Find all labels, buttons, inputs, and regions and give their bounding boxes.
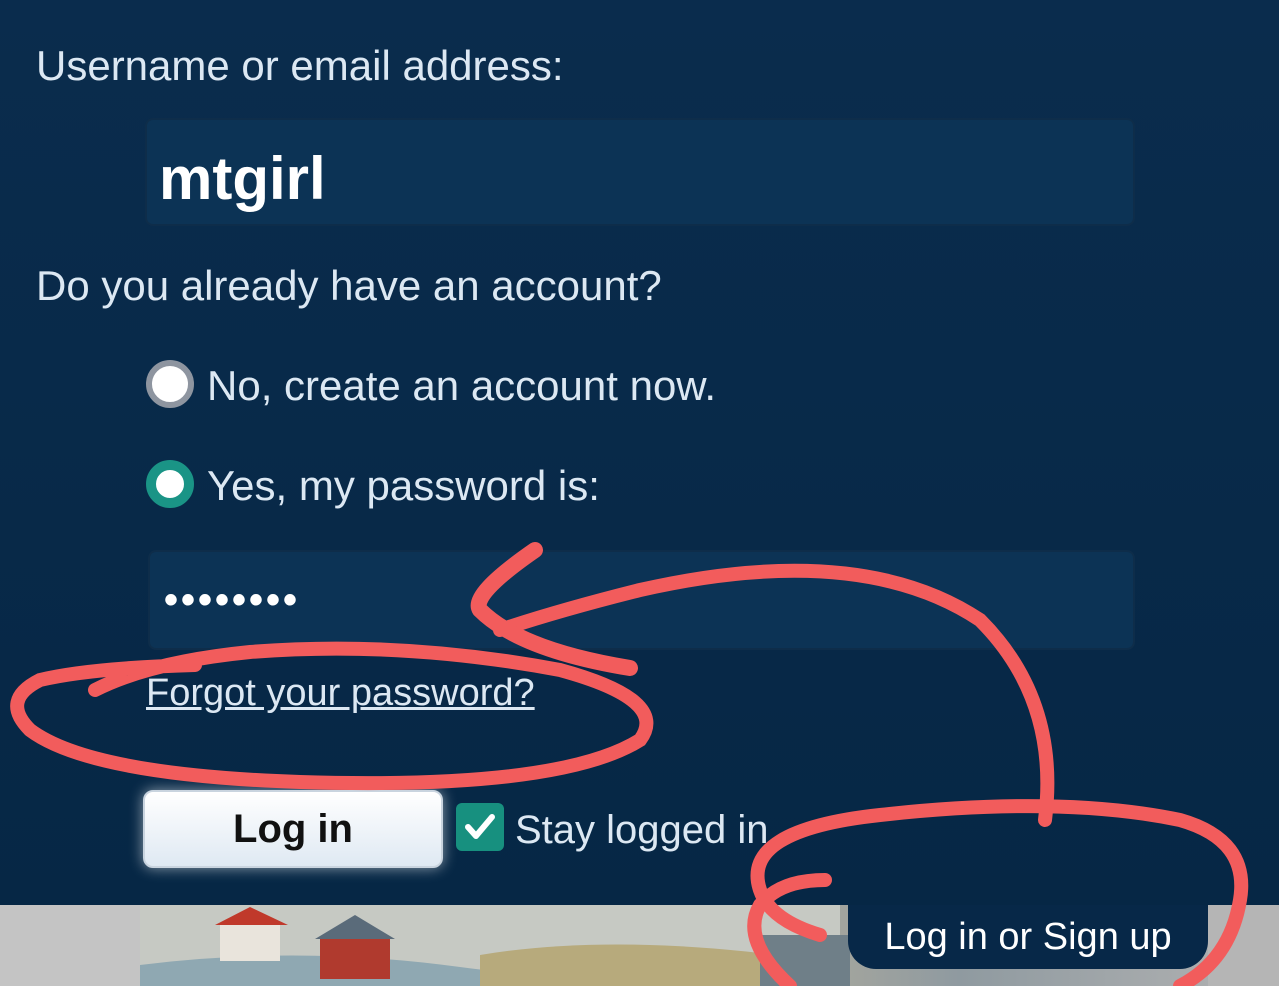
- username-label: Username or email address:: [36, 42, 564, 89]
- login-button[interactable]: Log in: [143, 790, 443, 868]
- radio-have-password[interactable]: [146, 460, 194, 508]
- account-question: Do you already have an account?: [36, 262, 662, 309]
- stay-logged-in-checkbox[interactable]: [456, 803, 504, 851]
- radio-create-account[interactable]: [146, 360, 194, 408]
- option-yes-label[interactable]: Yes, my password is:: [207, 462, 600, 510]
- forgot-password-link[interactable]: Forgot your password?: [146, 672, 535, 715]
- stay-logged-in-label[interactable]: Stay logged in: [515, 808, 769, 853]
- login-signup-button[interactable]: Log in or Sign up: [848, 905, 1208, 969]
- option-no-label[interactable]: No, create an account now.: [207, 362, 716, 410]
- password-input[interactable]: ••••••••: [148, 550, 1135, 650]
- check-icon: [465, 814, 495, 839]
- username-input[interactable]: mtgirl: [145, 118, 1135, 226]
